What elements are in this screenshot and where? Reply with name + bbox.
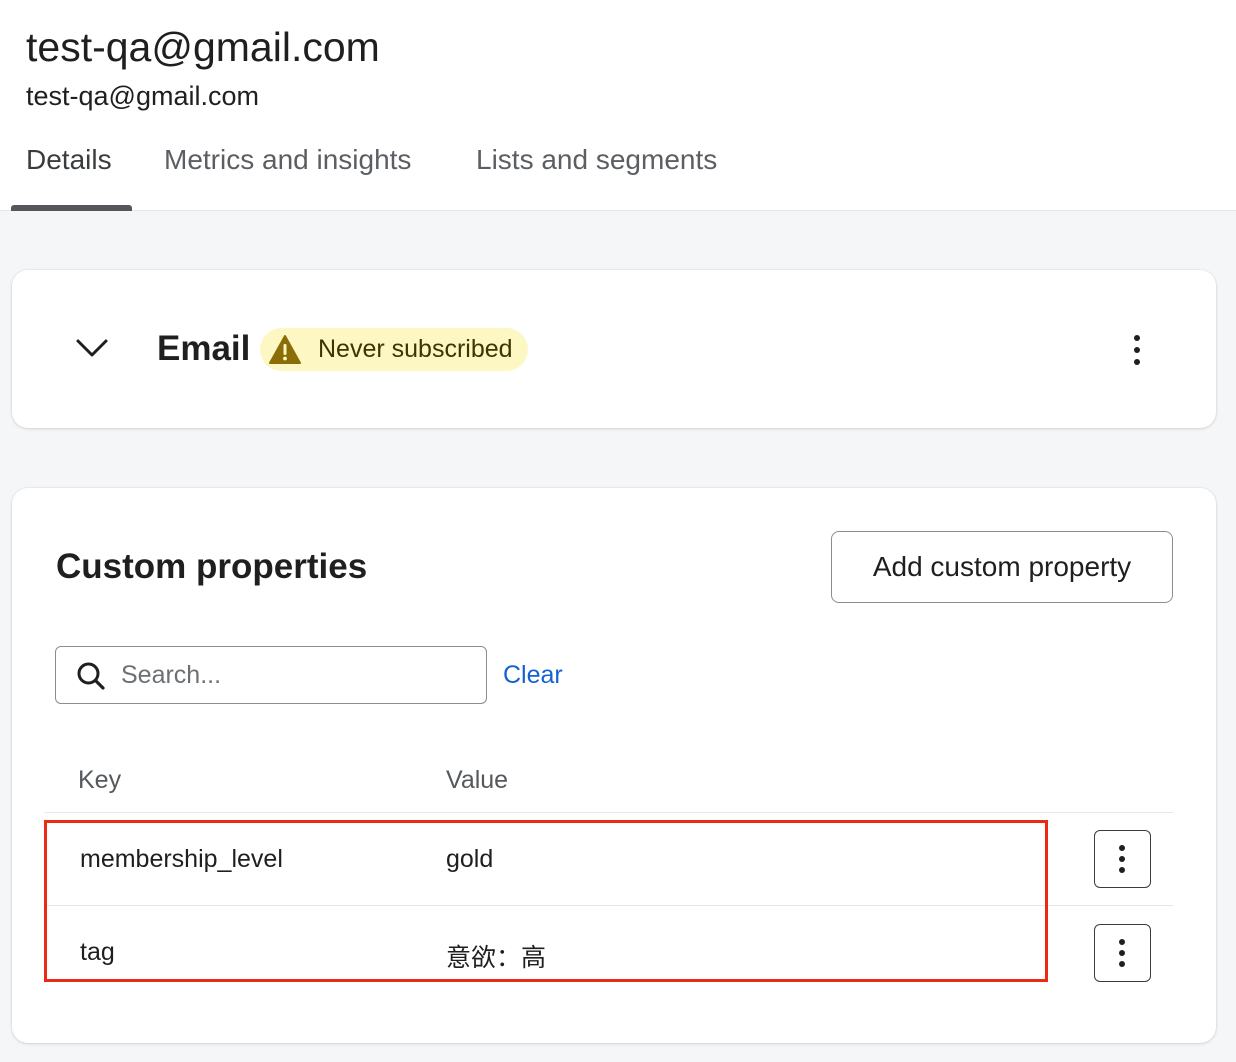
email-more-options-icon[interactable] xyxy=(1120,330,1154,370)
add-custom-property-button[interactable]: Add custom property xyxy=(831,531,1173,603)
search-input[interactable] xyxy=(121,655,471,695)
search-icon xyxy=(76,661,106,691)
status-badge: Never subscribed xyxy=(260,328,528,371)
email-section-label: Email xyxy=(157,329,251,368)
status-badge-text: Never subscribed xyxy=(318,335,513,363)
warning-icon xyxy=(268,333,302,367)
column-header-key: Key xyxy=(78,766,122,794)
row-more-options-button[interactable] xyxy=(1094,924,1151,982)
tab-lists-and-segments[interactable]: Lists and segments xyxy=(476,142,717,178)
row-more-options-button[interactable] xyxy=(1094,830,1151,888)
annotation-highlight-box xyxy=(44,820,1048,982)
tab-metrics-and-insights[interactable]: Metrics and insights xyxy=(164,142,411,178)
column-header-value: Value xyxy=(446,766,509,794)
profile-title: test-qa@gmail.com xyxy=(26,24,380,70)
clear-link[interactable]: Clear xyxy=(503,661,563,690)
profile-email: test-qa@gmail.com xyxy=(26,81,259,111)
table-divider xyxy=(44,812,1173,813)
chevron-down-icon[interactable] xyxy=(74,330,110,366)
active-tab-indicator xyxy=(11,205,132,211)
more-vertical-icon xyxy=(1119,845,1125,873)
profile-header: test-qa@gmail.com test-qa@gmail.com Deta… xyxy=(0,0,1236,211)
tab-details[interactable]: Details xyxy=(26,142,112,178)
custom-properties-title: Custom properties xyxy=(56,547,368,586)
more-vertical-icon xyxy=(1119,939,1125,967)
search-field[interactable] xyxy=(55,646,487,704)
